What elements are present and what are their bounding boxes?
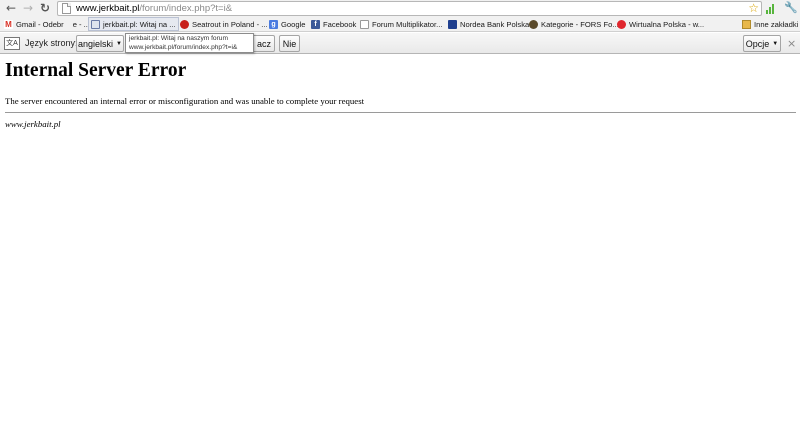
- options-button-label: Opcje: [745, 38, 770, 49]
- url-path: /forum/index.php?t=i&: [139, 3, 233, 14]
- gmail-icon: M: [4, 19, 13, 29]
- divider: [5, 112, 796, 113]
- bookmark-facebook[interactable]: f Facebook: [311, 17, 356, 31]
- bookmark-label: Facebook: [323, 19, 357, 29]
- page-title: Internal Server Error: [5, 60, 187, 81]
- wrench-icon[interactable]: 🔧: [784, 2, 798, 14]
- bookmark-nordea[interactable]: Nordea Bank Polska: [448, 17, 529, 31]
- page-icon: [360, 19, 369, 29]
- bookmark-label: Seatrout in Poland - ...: [192, 19, 268, 29]
- chevron-down-icon: ▼: [116, 40, 122, 47]
- reload-icon[interactable]: ↻: [36, 0, 54, 16]
- bookmark-label: Inne zakładki: [754, 19, 799, 29]
- bookmark-label: jerkbait.pl: Witaj na ...: [103, 19, 176, 29]
- chevron-down-icon: ▼: [772, 40, 779, 47]
- tooltip-url: www.jerkbait.pl/forum/index.php?t=i&: [129, 43, 238, 51]
- translate-icon: 文A: [4, 37, 20, 50]
- bookmark-label: Kategorie - FORS Fo...: [541, 19, 619, 29]
- tooltip-title: jerkbait.pl: Witaj na naszym forum: [129, 35, 228, 42]
- no-button[interactable]: Nie: [279, 35, 300, 52]
- url-host: www.jerkbait.pl: [76, 3, 140, 14]
- translate-button-label: acz: [256, 38, 271, 49]
- url-text[interactable]: www.jerkbait.pl/forum/index.php?t=i&: [76, 3, 232, 14]
- facebook-icon: f: [311, 19, 320, 29]
- no-button-label: Nie: [282, 38, 297, 49]
- signal-extension-icon[interactable]: [766, 2, 778, 14]
- bookmarks-bar: M Gmail - Odebr e - ... jerkbait.pl: Wita…: [0, 16, 800, 32]
- bookmark-label: Wirtualna Polska - w...: [629, 19, 705, 29]
- fors-icon: [529, 19, 538, 29]
- browser-toolbar: ← → ↻ www.jerkbait.pl/forum/index.php?t=…: [0, 0, 800, 16]
- bookmark-label: Gmail - Odebr: [16, 19, 64, 29]
- language-select[interactable]: angielski ▼: [76, 35, 124, 52]
- bookmark-forum-multiplikator[interactable]: Forum Multiplikator...: [360, 17, 442, 31]
- bookmark-star-icon[interactable]: ☆: [748, 2, 759, 15]
- wp-icon: [617, 19, 626, 29]
- bookmark-wp[interactable]: Wirtualna Polska - w...: [617, 17, 704, 31]
- language-label: Język strony:: [25, 38, 78, 48]
- server-address: www.jerkbait.pl: [5, 119, 61, 129]
- bookmark-tooltip: jerkbait.pl: Witaj na naszym forum www.j…: [125, 33, 254, 53]
- nordea-icon: [448, 19, 457, 29]
- address-bar[interactable]: www.jerkbait.pl/forum/index.php?t=i& ☆: [57, 1, 762, 16]
- site-icon: [91, 19, 100, 29]
- google-icon: g: [269, 19, 278, 29]
- bookmark-gmail[interactable]: M Gmail - Odebr e - ...: [4, 17, 90, 31]
- bookmark-seatrout[interactable]: Seatrout in Poland - ...: [180, 17, 268, 31]
- bookmark-google[interactable]: g Google: [269, 17, 306, 31]
- page-icon: [62, 3, 71, 14]
- translate-infobar: 文A Język strony: angielski ▼ acz Nie Opcj…: [0, 33, 800, 54]
- seatrout-icon: [180, 19, 189, 29]
- error-message: The server encountered an internal error…: [5, 96, 365, 106]
- bookmark-other-folder[interactable]: Inne zakładki: [742, 17, 798, 31]
- options-button[interactable]: Opcje ▼: [743, 35, 781, 52]
- bookmark-label: Google: [281, 19, 306, 29]
- bookmark-label: Nordea Bank Polska: [460, 19, 530, 29]
- folder-icon: [742, 19, 751, 29]
- page-content: Internal Server Error The server encount…: [5, 60, 796, 130]
- bookmark-jerkbait[interactable]: jerkbait.pl: Witaj na ...: [88, 17, 179, 31]
- back-arrow-icon[interactable]: ←: [2, 0, 20, 16]
- forward-arrow-icon[interactable]: →: [19, 0, 37, 16]
- bookmark-label: Forum Multiplikator...: [372, 19, 443, 29]
- language-value: angielski: [78, 38, 114, 49]
- close-icon[interactable]: ×: [787, 37, 796, 50]
- bookmark-fors[interactable]: Kategorie - FORS Fo...: [529, 17, 619, 31]
